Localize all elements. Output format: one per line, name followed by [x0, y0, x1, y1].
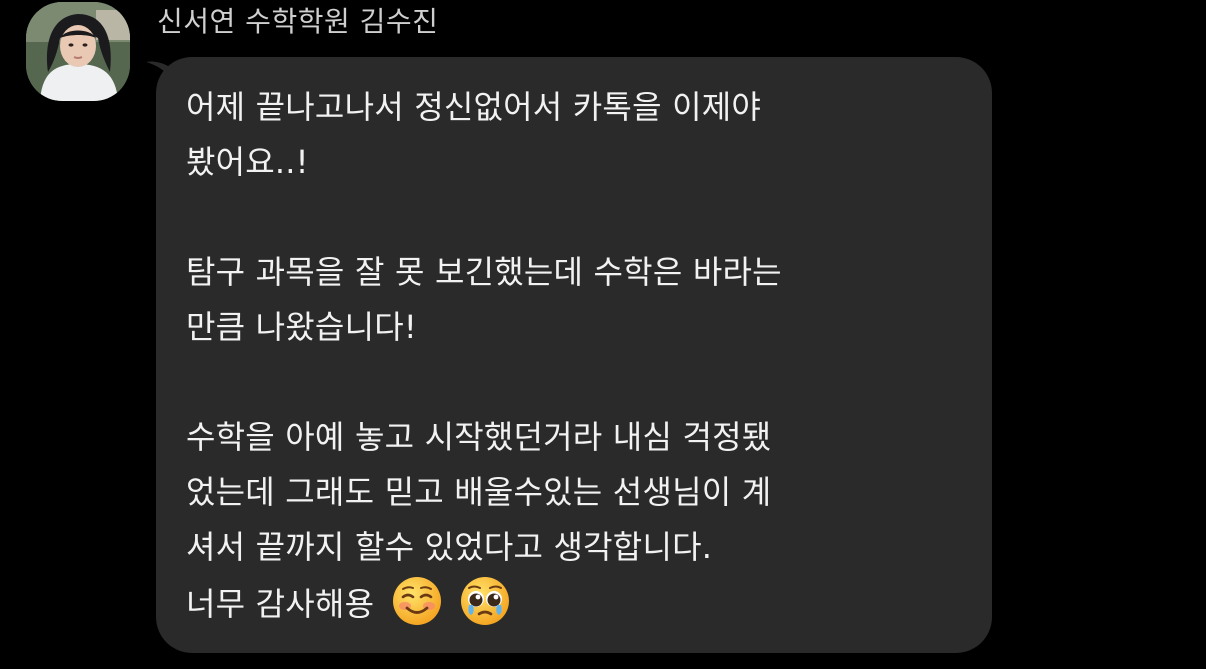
avatar[interactable]: [26, 2, 130, 101]
message-line-text: 너무 감사해용: [186, 585, 375, 623]
avatar-photo-icon: [26, 2, 130, 101]
message-line: 셔서 끝까지 할수 있었다고 생각합니다.: [186, 528, 713, 566]
message-line: 탐구 과목을 잘 못 보긴했는데 수학은 바라는: [186, 253, 782, 291]
message-line: 었는데 그래도 믿고 배울수있는 선생님이 계: [186, 473, 772, 511]
message-line: 만큼 나왔습니다!: [186, 308, 417, 346]
message-line: 어제 끝나고나서 정신없어서 카톡을 이제야: [186, 88, 762, 126]
message-line: 수학을 아예 놓고 시작했던거라 내심 걱정됐: [186, 418, 772, 456]
pleading-face-icon: [459, 575, 511, 627]
message-line: 봤어요..!: [186, 143, 309, 181]
message-last-line: 너무 감사해용: [186, 575, 972, 630]
smiling-face-icon: [391, 575, 443, 627]
message-bubble[interactable]: 어제 끝나고나서 정신없어서 카톡을 이제야 봤어요..! 탐구 과목을 잘 못…: [156, 57, 992, 653]
sender-name: 신서연 수학학원 김수진: [157, 5, 439, 38]
chat-area: 신서연 수학학원 김수진 어제 끝나고나서 정신없어서 카톡을 이제야 봤어요.…: [0, 0, 1206, 669]
